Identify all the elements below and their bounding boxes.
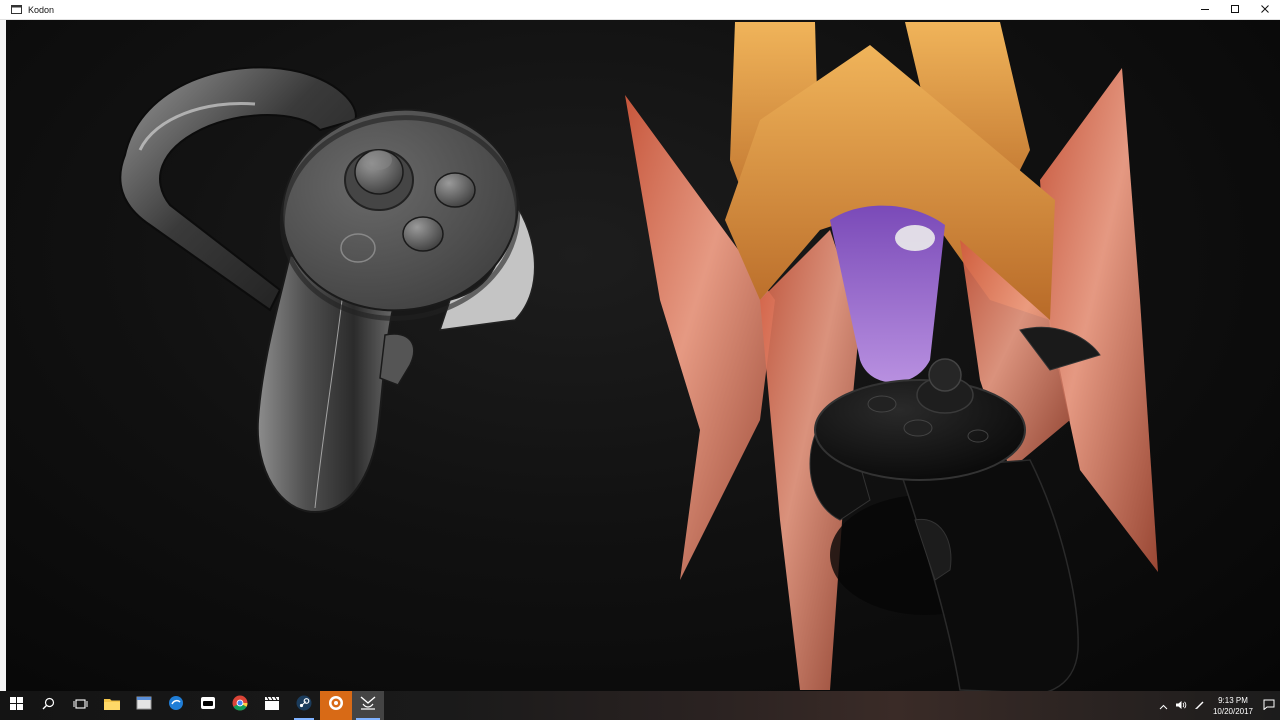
windows-taskbar: 9:13 PM 10/20/2017 (0, 691, 1280, 720)
volume-icon (1175, 697, 1187, 715)
pen-workspace-button[interactable] (1190, 691, 1208, 720)
orange-circle-app-icon (328, 695, 344, 716)
taskbar-app-2[interactable] (128, 691, 160, 720)
close-button[interactable] (1250, 0, 1280, 20)
kodon-taskbar-icon (360, 696, 376, 715)
kodon-app-icon (8, 0, 24, 20)
steam-icon (296, 695, 312, 716)
minimize-button[interactable] (1190, 0, 1220, 20)
folder-icon (104, 697, 120, 715)
taskbar-file-explorer[interactable] (96, 691, 128, 720)
close-icon (1260, 1, 1270, 19)
chevron-up-icon (1159, 697, 1168, 715)
clock-date: 10/20/2017 (1212, 706, 1254, 716)
blue-circle-app-icon (168, 695, 184, 716)
pen-icon (1194, 697, 1205, 715)
window-title-bar[interactable]: Kodon (0, 0, 1280, 20)
volume-button[interactable] (1172, 691, 1190, 720)
system-tray: 9:13 PM 10/20/2017 (1154, 691, 1280, 720)
task-view-icon (73, 697, 88, 715)
minimize-icon (1200, 1, 1210, 19)
notification-icon (1263, 697, 1275, 715)
taskbar-chrome[interactable] (224, 691, 256, 720)
app-window-icon (136, 696, 152, 715)
window-title: Kodon (28, 4, 55, 15)
maximize-icon (1230, 1, 1240, 19)
action-center-button[interactable] (1258, 691, 1280, 720)
search-button[interactable] (32, 691, 64, 720)
white-vr-touch-controller[interactable] (119, 66, 536, 514)
taskbar-kodon[interactable] (352, 691, 384, 720)
taskbar-app-6[interactable] (256, 691, 288, 720)
windows-start-icon (9, 696, 23, 715)
show-hidden-icons-button[interactable] (1154, 691, 1172, 720)
headset-app-icon (200, 696, 216, 715)
taskbar-clock[interactable]: 9:13 PM 10/20/2017 (1208, 691, 1258, 720)
maximize-button[interactable] (1220, 0, 1250, 20)
taskbar-app-8[interactable] (320, 691, 352, 720)
chrome-icon (232, 695, 248, 716)
start-button[interactable] (0, 691, 32, 720)
task-view-button[interactable] (64, 691, 96, 720)
3d-viewport[interactable] (0, 20, 1280, 691)
search-icon (42, 697, 55, 715)
taskbar-steam[interactable] (288, 691, 320, 720)
clock-time: 9:13 PM (1218, 695, 1248, 705)
scene-canvas (119, 22, 1158, 691)
clapperboard-icon (264, 696, 280, 715)
taskbar-app-3[interactable] (160, 691, 192, 720)
taskbar-app-4[interactable] (192, 691, 224, 720)
